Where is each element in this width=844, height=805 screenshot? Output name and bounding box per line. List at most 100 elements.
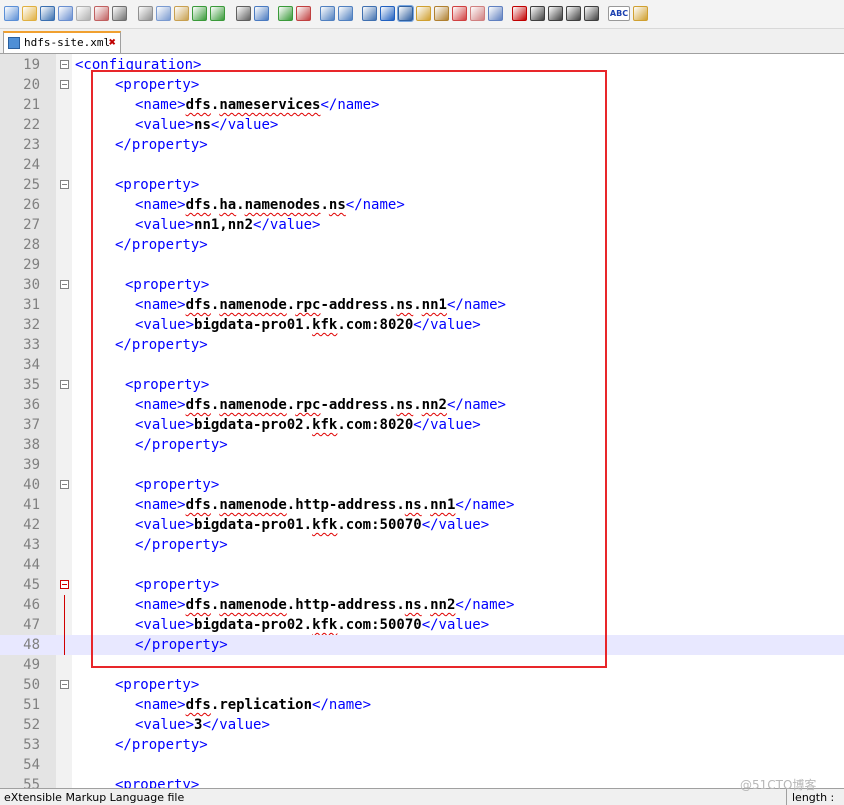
- print-icon[interactable]: [112, 6, 127, 21]
- xml-tag: </name>: [320, 97, 380, 113]
- tab-hdfs-site-xml[interactable]: hdfs-site.xml ✖: [3, 31, 121, 53]
- code-line[interactable]: 48 </property>: [0, 635, 844, 655]
- code-line[interactable]: 34: [0, 355, 844, 375]
- close-tab-icon[interactable]: ✖: [109, 35, 116, 49]
- record-macro-icon[interactable]: [512, 6, 527, 21]
- code-line[interactable]: 43 </property>: [0, 535, 844, 555]
- sync-vertical-icon[interactable]: [320, 6, 335, 21]
- code-line[interactable]: 45 <property>: [0, 575, 844, 595]
- find-icon[interactable]: [236, 6, 251, 21]
- code-line[interactable]: 21 <name>dfs.nameservices</name>: [0, 95, 844, 115]
- zoom-out-icon[interactable]: [296, 6, 311, 21]
- code-text: </property>: [135, 535, 228, 555]
- code-line[interactable]: 26 <name>dfs.ha.namenodes.ns</name>: [0, 195, 844, 215]
- replace-icon[interactable]: [254, 6, 269, 21]
- save-all-icon[interactable]: [58, 6, 73, 21]
- code-line[interactable]: 33 </property>: [0, 335, 844, 355]
- fold-toggle-icon[interactable]: [60, 280, 69, 289]
- fold-toggle-icon[interactable]: [60, 180, 69, 189]
- code-line[interactable]: 38 </property>: [0, 435, 844, 455]
- code-line[interactable]: 19 <configuration>: [0, 55, 844, 75]
- save-macro-icon[interactable]: [584, 6, 599, 21]
- xml-tag: </value>: [413, 317, 481, 333]
- spell-check-icon[interactable]: ABC: [608, 6, 630, 21]
- run-macro-multiple-icon[interactable]: [566, 6, 581, 21]
- xml-value: dfs.namenode.rpc-address.ns.nn1: [185, 297, 447, 313]
- code-line[interactable]: 44: [0, 555, 844, 575]
- paste-icon[interactable]: [174, 6, 189, 21]
- indent-guide-icon[interactable]: [397, 5, 414, 22]
- line-number: 37: [23, 417, 40, 433]
- monitoring-icon[interactable]: [488, 6, 503, 21]
- code-line[interactable]: 51 <name>dfs.replication</name>: [0, 695, 844, 715]
- code-line[interactable]: 50 <property>: [0, 675, 844, 695]
- fold-toggle-icon[interactable]: [60, 680, 69, 689]
- code-line[interactable]: 55 <property>: [0, 775, 844, 788]
- fold-toggle-icon[interactable]: [60, 480, 69, 489]
- zoom-in-icon[interactable]: [278, 6, 293, 21]
- xml-tag: <property>: [135, 477, 220, 493]
- fold-toggle-icon[interactable]: [60, 60, 69, 69]
- function-list-icon[interactable]: [434, 6, 449, 21]
- fold-toggle-icon[interactable]: [60, 80, 69, 89]
- line-number: 46: [23, 597, 40, 613]
- code-text: <name>dfs.namenode.rpc-address.ns.nn2</n…: [135, 395, 506, 415]
- code-line[interactable]: 37 <value>bigdata-pro02.kfk.com:8020</val…: [0, 415, 844, 435]
- new-file-icon[interactable]: [4, 6, 19, 21]
- document-map-icon[interactable]: [416, 6, 431, 21]
- folder-icon[interactable]: [633, 6, 648, 21]
- redo-icon[interactable]: [210, 6, 225, 21]
- xml-tag: </name>: [446, 297, 506, 313]
- code-text: <property>: [135, 475, 219, 495]
- code-line[interactable]: 32 <value>bigdata-pro01.kfk.com:8020</val…: [0, 315, 844, 335]
- code-line[interactable]: 41 <name>dfs.namenode.http-address.ns.nn1…: [0, 495, 844, 515]
- undo-icon[interactable]: [192, 6, 207, 21]
- code-line[interactable]: 22 <value>ns</value>: [0, 115, 844, 135]
- code-line[interactable]: 39: [0, 455, 844, 475]
- code-line[interactable]: 54: [0, 755, 844, 775]
- word-wrap-icon[interactable]: [362, 6, 377, 21]
- launch-icon[interactable]: [452, 6, 467, 21]
- code-line[interactable]: 36 <name>dfs.namenode.rpc-address.ns.nn2<…: [0, 395, 844, 415]
- code-text: <property>: [115, 775, 199, 788]
- close-icon[interactable]: [76, 6, 91, 21]
- cut-icon[interactable]: [138, 6, 153, 21]
- code-line[interactable]: 20 <property>: [0, 75, 844, 95]
- code-line[interactable]: 31 <name>dfs.namenode.rpc-address.ns.nn1<…: [0, 295, 844, 315]
- code-line[interactable]: 49: [0, 655, 844, 675]
- line-number: 19: [23, 57, 40, 73]
- stop-macro-icon[interactable]: [530, 6, 545, 21]
- code-editor[interactable]: 19 <configuration> 20 <property> 21 <name>dfs…: [0, 54, 844, 788]
- code-line[interactable]: 29: [0, 255, 844, 275]
- play-macro-icon[interactable]: [548, 6, 563, 21]
- code-line[interactable]: 53 </property>: [0, 735, 844, 755]
- xml-tag: </value>: [253, 217, 321, 233]
- code-line[interactable]: 35 <property>: [0, 375, 844, 395]
- xml-tag: </value>: [421, 517, 490, 533]
- fold-toggle-icon[interactable]: [60, 580, 69, 589]
- code-line[interactable]: 25 <property>: [0, 175, 844, 195]
- show-all-characters-icon[interactable]: [380, 6, 395, 21]
- sync-horizontal-icon[interactable]: [338, 6, 353, 21]
- fold-toggle-icon[interactable]: [60, 380, 69, 389]
- code-line[interactable]: 30 <property>: [0, 275, 844, 295]
- code-line[interactable]: 47 <value>bigdata-pro02.kfk.com:50070</va…: [0, 615, 844, 635]
- folder-workspace-icon[interactable]: [470, 6, 485, 21]
- code-line[interactable]: 40 <property>: [0, 475, 844, 495]
- code-line[interactable]: 52 <value>3</value>: [0, 715, 844, 735]
- copy-icon[interactable]: [156, 6, 171, 21]
- code-line[interactable]: 46 <name>dfs.namenode.http-address.ns.nn2…: [0, 595, 844, 615]
- code-line[interactable]: 42 <value>bigdata-pro01.kfk.com:50070</va…: [0, 515, 844, 535]
- code-text: <name>dfs.namenode.http-address.ns.nn2</…: [135, 595, 514, 615]
- code-line[interactable]: 24: [0, 155, 844, 175]
- save-icon[interactable]: [40, 6, 55, 21]
- xml-tag: </property>: [115, 337, 208, 353]
- close-all-icon[interactable]: [94, 6, 109, 21]
- file-icon: [8, 37, 20, 49]
- code-line[interactable]: 23 </property>: [0, 135, 844, 155]
- code-line[interactable]: 27 <value>nn1,nn2</value>: [0, 215, 844, 235]
- code-line[interactable]: 28 </property>: [0, 235, 844, 255]
- open-file-icon[interactable]: [22, 6, 37, 21]
- line-number: 48: [23, 637, 40, 653]
- tab-bar: hdfs-site.xml ✖: [0, 29, 844, 54]
